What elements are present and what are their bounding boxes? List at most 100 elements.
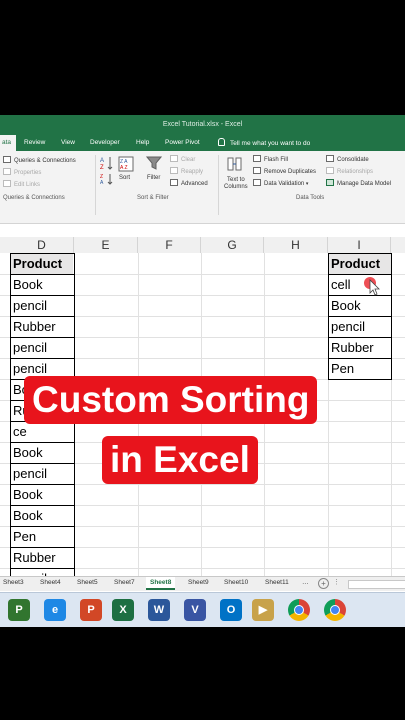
svg-text:Z: Z [100, 165, 104, 171]
column-header-d[interactable]: D [10, 237, 74, 253]
filter-button[interactable]: Filter [147, 175, 160, 181]
excel-icon[interactable]: X [112, 599, 134, 621]
queries-icon [3, 156, 11, 163]
table-row[interactable]: pencil [11, 463, 73, 484]
data-model-icon [326, 179, 334, 186]
text-to-columns-icon[interactable] [227, 156, 243, 172]
table-row[interactable]: Pen [11, 526, 73, 547]
caption-line-2: in Excel [102, 436, 258, 484]
group-separator [95, 155, 96, 215]
column-header-f[interactable]: F [138, 237, 201, 253]
sort-za-icon[interactable]: Z A [100, 173, 114, 185]
table-row[interactable]: pencil [11, 337, 73, 358]
sort-button[interactable]: Sort [119, 175, 130, 181]
visio-icon[interactable]: V [184, 599, 206, 621]
flash-fill-icon [253, 155, 261, 162]
tab-help[interactable]: Help [136, 139, 149, 146]
table-row[interactable]: Book [11, 274, 73, 295]
tab-data[interactable]: ata [0, 135, 17, 151]
sheet-tab[interactable]: Sheet11 [265, 579, 289, 586]
caption-line-1: Custom Sorting [24, 376, 318, 424]
data-validation-button[interactable]: Data Validation ▾ [253, 179, 308, 187]
chrome-center-icon [330, 605, 340, 615]
table-row[interactable]: pencil [11, 295, 73, 316]
chrome-center-icon [294, 605, 304, 615]
table-row[interactable]: Book [329, 295, 391, 316]
cell-i-header[interactable]: Product [329, 253, 391, 274]
table-row[interactable]: Book [11, 484, 73, 505]
internet-explorer-icon[interactable]: e [44, 599, 66, 621]
sort-az-icon[interactable]: A Z [100, 155, 114, 171]
relationships-icon [326, 167, 334, 174]
column-header-g[interactable]: G [201, 237, 264, 253]
table-row-border [10, 484, 75, 485]
svg-text:A Z: A Z [120, 165, 128, 171]
sort-dialog-icon[interactable]: Z A A Z [118, 156, 134, 172]
sheet-tab[interactable]: Sheet3 [3, 579, 24, 586]
outlook-icon[interactable]: O [220, 599, 242, 621]
sheet-tab-active[interactable]: Sheet8 [146, 577, 176, 590]
table-row-border [10, 463, 75, 464]
table-row-border [328, 316, 392, 317]
properties-icon [3, 168, 11, 175]
text-to-columns-button[interactable]: Text to Columns [224, 177, 248, 191]
consolidate-button[interactable]: Consolidate [326, 155, 369, 163]
advanced-filter-button[interactable]: Advanced [170, 179, 208, 187]
manage-data-model-button[interactable]: Manage Data Model [326, 179, 391, 187]
table-row[interactable]: Book [11, 442, 73, 463]
column-header-i[interactable]: I [328, 237, 391, 253]
table-row[interactable]: pencil [329, 316, 391, 337]
tab-developer[interactable]: Developer [90, 139, 120, 146]
sheet-tab[interactable]: Sheet10 [224, 579, 248, 586]
table-row[interactable]: Rubber [11, 547, 73, 568]
add-sheet-button[interactable]: + [318, 578, 329, 589]
mouse-cursor-icon [364, 277, 380, 296]
sheet-tab[interactable]: Sheet7 [114, 579, 135, 586]
tell-me-search[interactable]: Tell me what you want to do [218, 138, 310, 147]
chrome-alt-icon[interactable] [324, 599, 346, 621]
table-row[interactable]: Book [11, 505, 73, 526]
filter-icon[interactable] [146, 155, 162, 171]
edit-links-button[interactable]: Edit Links [3, 180, 40, 188]
horizontal-scrollbar[interactable] [348, 580, 405, 589]
properties-button[interactable]: Properties [3, 168, 41, 176]
tab-view[interactable]: View [61, 139, 75, 146]
table-row-border [10, 547, 75, 548]
table-row[interactable]: Rubber [329, 337, 391, 358]
word-icon[interactable]: W [148, 599, 170, 621]
table-row-border [10, 505, 75, 506]
sort-filter-group-label: Sort & Filter [137, 195, 169, 201]
taskbar: Pe P X W V O ▶ [0, 592, 405, 627]
tab-power-pivot[interactable]: Power Pivot [165, 139, 200, 146]
table-row[interactable]: Pen [329, 358, 391, 379]
cell-d-header[interactable]: Product [11, 253, 73, 274]
queries-connections-button[interactable]: Queries & Connections [3, 156, 76, 164]
column-header-e[interactable]: E [74, 237, 138, 253]
column-header-h[interactable]: H [264, 237, 328, 253]
data-validation-icon [253, 179, 261, 186]
table-row[interactable]: ce [11, 421, 73, 442]
sheet-tab[interactable]: Sheet5 [77, 579, 98, 586]
media-player-icon[interactable]: ▶ [252, 599, 274, 621]
chrome-icon[interactable] [288, 599, 310, 621]
more-sheets-icon[interactable]: … [302, 579, 309, 586]
tab-review[interactable]: Review [24, 139, 45, 146]
ribbon-tabs: ata Review View Developer Help Power Piv… [0, 134, 405, 151]
table-row-border [10, 358, 75, 359]
queries-group-label: Queries & Connections [3, 195, 65, 201]
sheet-tab[interactable]: Sheet9 [188, 579, 209, 586]
reapply-button[interactable]: Reapply [170, 167, 203, 175]
remove-duplicates-button[interactable]: Remove Duplicates [253, 167, 316, 175]
relationships-button[interactable]: Relationships [326, 167, 373, 175]
table-row[interactable]: Rubber [11, 316, 73, 337]
lightbulb-icon [218, 138, 225, 146]
project-icon[interactable]: P [8, 599, 30, 621]
clear-filter-button[interactable]: Clear [170, 155, 195, 163]
powerpoint-icon[interactable]: P [80, 599, 102, 621]
flash-fill-button[interactable]: Flash Fill [253, 155, 288, 163]
sheet-scroll-options-icon[interactable]: ⋮ [333, 578, 340, 586]
group-separator [218, 155, 219, 215]
sheet-tab[interactable]: Sheet4 [40, 579, 61, 586]
table-row[interactable]: pencil [11, 568, 73, 576]
table-row-border [328, 274, 392, 275]
